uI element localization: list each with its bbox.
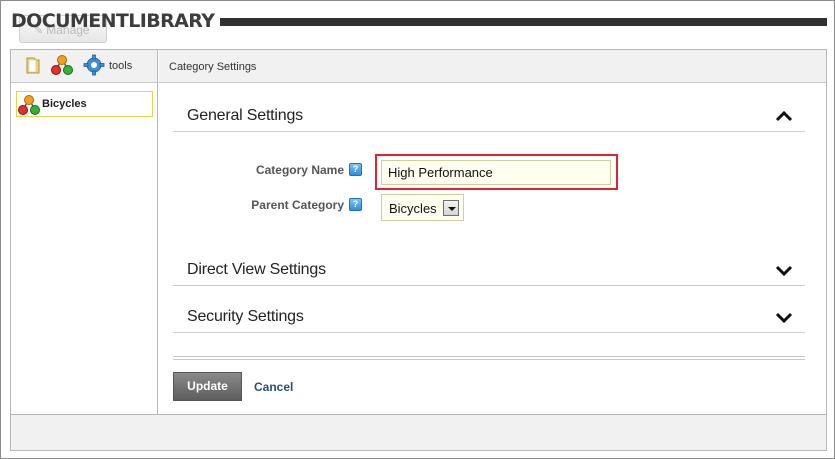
help-icon[interactable]: ? bbox=[349, 198, 362, 211]
parent-category-select[interactable]: Bicycles bbox=[381, 194, 464, 221]
section-title: Direct View Settings bbox=[187, 261, 326, 278]
section-title: General Settings bbox=[187, 107, 303, 124]
chevron-down-icon[interactable] bbox=[775, 311, 793, 323]
help-icon[interactable]: ? bbox=[349, 163, 362, 176]
chevron-down-icon[interactable] bbox=[775, 264, 793, 276]
tools-label[interactable]: tools bbox=[109, 60, 132, 72]
title-bar-divider bbox=[220, 18, 827, 26]
app-window: ✎ Manage DOCUMENTLIBRARY tools Bicycles … bbox=[0, 0, 835, 459]
right-pane: Category Settings General Settings Categ… bbox=[159, 50, 826, 414]
parent-category-label: Parent Category bbox=[251, 198, 344, 212]
pane-title: Category Settings bbox=[159, 50, 826, 83]
chevron-up-icon[interactable] bbox=[775, 110, 793, 122]
left-toolbar: tools bbox=[11, 50, 157, 83]
folder-icon[interactable] bbox=[25, 56, 41, 74]
tree-item-label: Bicycles bbox=[42, 98, 87, 110]
cancel-link[interactable]: Cancel bbox=[254, 380, 293, 394]
divider bbox=[173, 356, 805, 357]
category-name-input[interactable] bbox=[381, 160, 611, 185]
chevron-down-icon[interactable] bbox=[443, 200, 459, 216]
category-icon[interactable] bbox=[51, 54, 73, 76]
section-title: Security Settings bbox=[187, 308, 304, 325]
category-icon bbox=[18, 95, 40, 115]
section-security-header[interactable]: Security Settings bbox=[173, 299, 805, 333]
section-general-header[interactable]: General Settings bbox=[173, 98, 805, 132]
select-value: Bicycles bbox=[389, 201, 437, 216]
module-container: tools Bicycles Category Settings General… bbox=[10, 49, 827, 451]
tree-item-bicycles[interactable]: Bicycles bbox=[16, 91, 153, 117]
footer-bar bbox=[11, 414, 826, 450]
gear-icon[interactable] bbox=[83, 54, 105, 76]
divider bbox=[173, 359, 805, 360]
update-button[interactable]: Update bbox=[173, 372, 242, 401]
section-direct-view-header[interactable]: Direct View Settings bbox=[173, 252, 805, 286]
category-name-label: Category Name bbox=[255, 163, 344, 177]
module-title: DOCUMENTLIBRARY bbox=[11, 10, 215, 32]
left-pane: tools Bicycles bbox=[11, 50, 158, 414]
